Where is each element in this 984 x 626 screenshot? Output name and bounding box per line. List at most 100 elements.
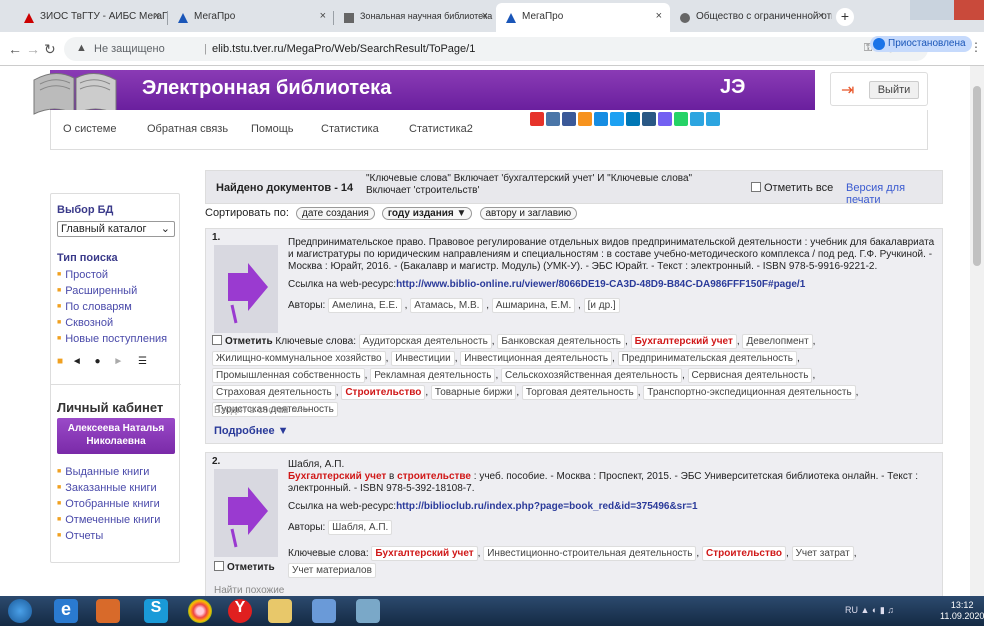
- back-arrow-icon[interactable]: ←: [8, 41, 22, 57]
- keyword-chip[interactable]: Торговая деятельность: [521, 385, 638, 400]
- web-resource-link[interactable]: http://biblioclub.ru/index.php?page=book…: [396, 501, 697, 512]
- menu-statistics[interactable]: Статистика: [321, 123, 379, 135]
- keyword-chip[interactable]: Товарные биржи: [430, 385, 517, 400]
- keyword-chip[interactable]: Девелопмент: [742, 334, 813, 349]
- social-share-icon[interactable]: [658, 112, 672, 126]
- sort-by-year-button[interactable]: году издания ▼: [381, 207, 473, 220]
- social-share-icon[interactable]: [674, 112, 688, 126]
- keyword-chip[interactable]: Банковская деятельность: [497, 334, 626, 349]
- close-tab-icon[interactable]: ×: [154, 10, 160, 22]
- browser-tab-3[interactable]: Зональная научная библиотека ×: [334, 3, 496, 32]
- search-type-simple[interactable]: Простой: [57, 267, 167, 283]
- keyword-chip[interactable]: Учет затрат: [791, 546, 854, 561]
- keyword-chip-highlighted[interactable]: Строительство: [341, 385, 426, 400]
- minimize-button[interactable]: [910, 0, 932, 20]
- ie-icon[interactable]: e: [54, 599, 78, 623]
- keyword-chip[interactable]: Жилищно-коммунальное хозяйство: [212, 351, 386, 366]
- skype-icon[interactable]: S: [144, 599, 168, 623]
- forward-arrow-icon[interactable]: →: [26, 41, 40, 57]
- document-thumbnail[interactable]: [214, 469, 278, 557]
- part-of-link[interactable]: Входит в состав >>>: [214, 405, 309, 416]
- menu-kebab-icon[interactable]: ⋮: [970, 40, 982, 54]
- mark-all-checkbox[interactable]: Отметить все: [751, 182, 833, 194]
- language-indicator[interactable]: RU: [845, 605, 858, 615]
- keyword-chip-highlighted[interactable]: Бухгалтерский учет: [630, 334, 737, 349]
- sort-by-date-button[interactable]: дате создания: [295, 207, 375, 220]
- find-similar-link[interactable]: Найти похожие: [214, 585, 284, 596]
- keyword-chip-highlighted[interactable]: Строительство: [701, 546, 787, 561]
- office-icon[interactable]: [96, 599, 120, 623]
- social-share-icon[interactable]: [642, 112, 656, 126]
- social-share-icon[interactable]: [578, 112, 592, 126]
- document-thumbnail[interactable]: [214, 245, 278, 333]
- db-select[interactable]: Главный каталог ⌄: [57, 221, 175, 237]
- keyword-chip[interactable]: Аудиторская деятельность: [358, 334, 492, 349]
- keyword-chip[interactable]: Рекламная деятельность: [370, 368, 496, 383]
- menu-about[interactable]: О системе: [63, 123, 116, 135]
- search-type-dictionaries[interactable]: По словарям: [57, 299, 167, 315]
- author-chip[interactable]: Атамась, М.В.: [410, 298, 484, 313]
- clock[interactable]: 13:12 11.09.2020: [940, 600, 984, 622]
- menu-statistics2[interactable]: Статистика2: [409, 123, 473, 135]
- prev-icon[interactable]: ◄: [72, 356, 82, 367]
- logout-button[interactable]: Выйти: [869, 81, 919, 99]
- user-name-box[interactable]: Алексеева Наталья Николаевна: [57, 418, 175, 454]
- mark-checkbox[interactable]: [212, 335, 222, 345]
- explorer-folder-icon[interactable]: [268, 599, 292, 623]
- url-field[interactable]: ▲ Не защищено | elib.tstu.tver.ru/MegaPr…: [64, 37, 928, 61]
- author-chip[interactable]: Ашмарина, Е.М.: [491, 298, 576, 313]
- mark-checkbox[interactable]: [214, 561, 224, 571]
- close-tab-icon[interactable]: ×: [818, 10, 824, 22]
- chrome-icon[interactable]: [188, 599, 212, 623]
- browser-tab-4-active[interactable]: МегаПро ×: [496, 3, 670, 32]
- menu-feedback[interactable]: Обратная связь: [147, 123, 228, 135]
- author-chip[interactable]: Шабля, А.П.: [328, 520, 393, 535]
- app-icon[interactable]: [312, 599, 336, 623]
- social-share-icon[interactable]: [690, 112, 704, 126]
- mark-checkbox-row[interactable]: Отметить: [214, 561, 275, 573]
- author-chip[interactable]: Амелина, Е.Е.: [328, 298, 402, 313]
- social-share-icon[interactable]: [562, 112, 576, 126]
- keyword-chip[interactable]: Учет материалов: [288, 563, 376, 578]
- browser-tab-1[interactable]: ЗИОС ТвГТУ - АИБС МегаПро ×: [14, 3, 168, 32]
- cabinet-marked-books[interactable]: Отмеченные книги: [57, 512, 160, 528]
- dot-icon[interactable]: ●: [95, 356, 101, 367]
- search-type-new-arrivals[interactable]: Новые поступления: [57, 331, 167, 347]
- social-share-icon[interactable]: [626, 112, 640, 126]
- close-window-button[interactable]: [954, 0, 984, 20]
- keyword-chip[interactable]: Сервисная деятельность: [687, 368, 813, 383]
- cabinet-selected-books[interactable]: Отобранные книги: [57, 496, 160, 512]
- keyword-chip[interactable]: Страховая деятельность: [212, 385, 336, 400]
- paint-icon[interactable]: [356, 599, 380, 623]
- close-tab-icon[interactable]: ×: [482, 10, 488, 22]
- keyword-chip[interactable]: Промышленная собственность: [212, 368, 365, 383]
- keyword-chip[interactable]: Сельскохозяйственная деятельность: [501, 368, 682, 383]
- cabinet-ordered-books[interactable]: Заказанные книги: [57, 480, 160, 496]
- keyword-chip-highlighted[interactable]: Бухгалтерский учет: [371, 546, 478, 561]
- sort-by-author-button[interactable]: автору и заглавию: [479, 207, 578, 220]
- social-share-icon[interactable]: [546, 112, 560, 126]
- cabinet-reports[interactable]: Отчеты: [57, 528, 160, 544]
- keyword-chip[interactable]: Инвестиционная деятельность: [460, 351, 613, 366]
- search-type-cross[interactable]: Сквозной: [57, 315, 167, 331]
- start-button-icon[interactable]: [8, 599, 32, 623]
- keyword-chip[interactable]: Инвестиции: [391, 351, 455, 366]
- web-resource-link[interactable]: http://www.biblio-online.ru/viewer/8066D…: [396, 279, 805, 290]
- social-share-icon[interactable]: [706, 112, 720, 126]
- keyword-chip[interactable]: Инвестиционно-строительная деятельность: [483, 546, 697, 561]
- page-scrollbar[interactable]: [970, 66, 984, 596]
- maximize-button[interactable]: [932, 0, 954, 20]
- list-icon[interactable]: ☰: [138, 356, 147, 367]
- close-tab-icon[interactable]: ×: [656, 10, 662, 22]
- reload-icon[interactable]: ↻: [44, 41, 56, 58]
- author-chip[interactable]: [и др.]: [583, 298, 620, 313]
- yandex-icon[interactable]: Y: [228, 599, 252, 623]
- social-share-icon[interactable]: [594, 112, 608, 126]
- close-tab-icon[interactable]: ×: [320, 10, 326, 22]
- social-share-icon[interactable]: [530, 112, 544, 126]
- scrollbar-thumb[interactable]: [973, 86, 981, 266]
- social-share-icon[interactable]: [610, 112, 624, 126]
- next-icon[interactable]: ►: [113, 356, 123, 367]
- profile-button[interactable]: Приостановлена: [870, 36, 972, 52]
- checkbox[interactable]: [751, 182, 761, 192]
